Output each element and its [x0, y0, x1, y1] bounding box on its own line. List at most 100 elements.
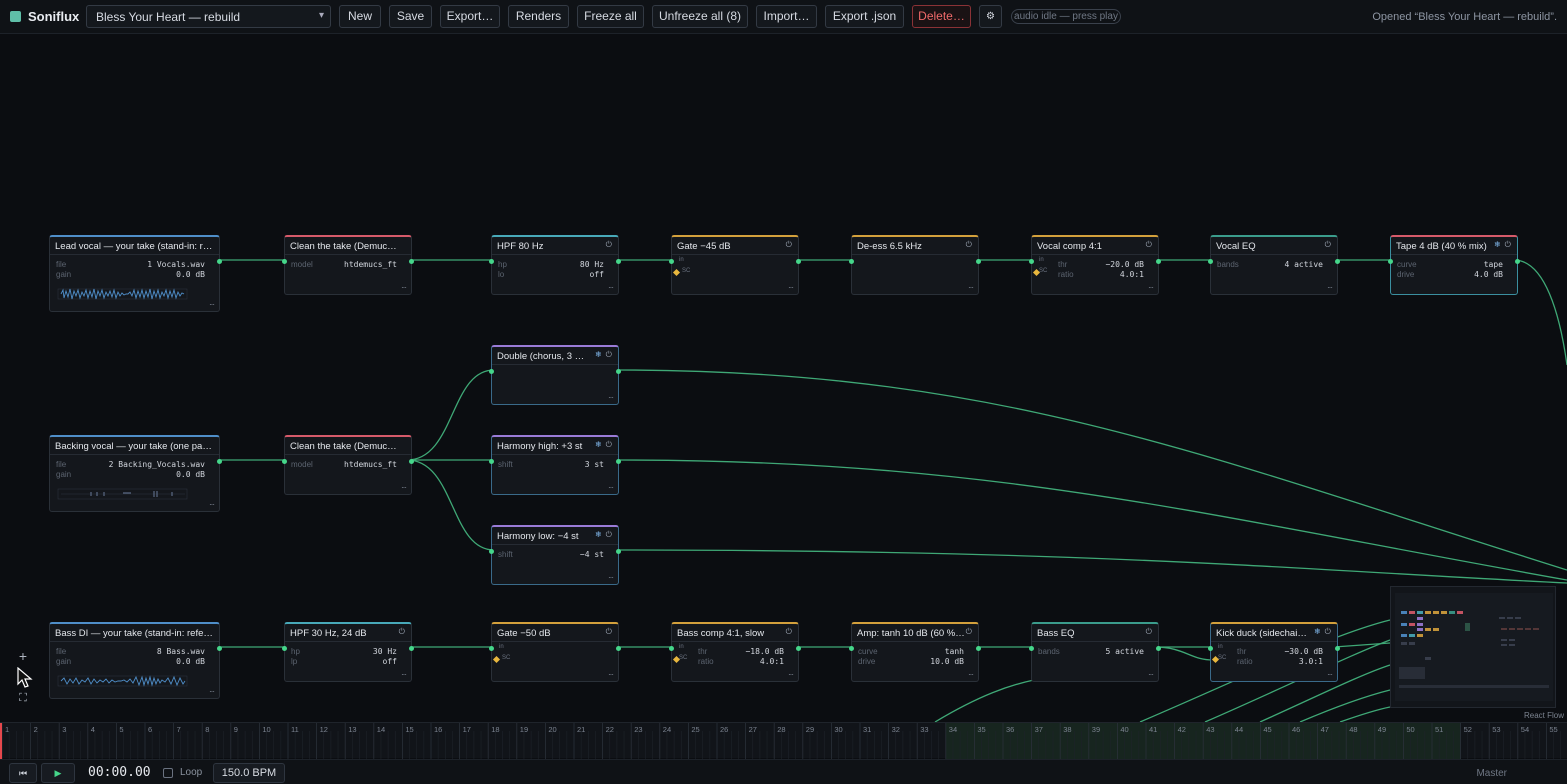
node-bass-comp[interactable]: Bass comp 4:1, slow ⏻ in SC thr −18.0 dB …	[669, 622, 801, 682]
bypass-power-icon[interactable]: ⏻	[786, 627, 792, 636]
node-hpf-30[interactable]: HPF 30 Hz, 24 dB ⏻ hp 30 Hz lp off ···	[282, 622, 414, 682]
output-port[interactable]	[616, 549, 621, 554]
node-tape[interactable]: Tape 4 dB (40 % mix) ❄ ⏻ curve tape drive 4…	[1388, 235, 1520, 295]
export-json-button[interactable]: Export .json	[825, 5, 904, 28]
param-value[interactable]: 5 active	[1105, 647, 1144, 656]
input-port[interactable]	[1208, 646, 1213, 651]
fit-view-button[interactable]: ⛶	[13, 689, 33, 707]
param-value[interactable]: 2 Backing_Vocals.wav	[109, 460, 205, 469]
input-port[interactable]	[849, 646, 854, 651]
node-vocal-comp[interactable]: Vocal comp 4:1 ⏻ in SC thr −20.0 dB ratio…	[1029, 235, 1161, 295]
node-harmony-high[interactable]: Harmony high: +3 st ❄ ⏻ shift 3 st ···	[489, 435, 621, 495]
node-menu-icon[interactable]: ···	[209, 300, 215, 309]
param-value[interactable]: −18.0 dB	[745, 647, 784, 656]
node-bass-di[interactable]: Bass DI — your take (stand-in: referen… …	[49, 622, 222, 699]
output-port[interactable]	[796, 646, 801, 651]
graph-canvas[interactable]: Lead vocal — your take (stand-in: refe… …	[0, 35, 1567, 722]
param-value[interactable]: 0.0 dB	[176, 270, 205, 279]
output-port[interactable]	[217, 646, 222, 651]
input-port[interactable]	[282, 259, 287, 264]
output-port[interactable]	[796, 259, 801, 264]
loop-checkbox[interactable]	[163, 768, 173, 778]
output-port[interactable]	[616, 369, 621, 374]
node-bass-eq[interactable]: Bass EQ ⏻ bands 5 active ···	[1029, 622, 1161, 682]
param-value[interactable]: 10.0 dB	[930, 657, 964, 666]
param-value[interactable]: −20.0 dB	[1105, 260, 1144, 269]
input-port[interactable]	[1208, 259, 1213, 264]
node-clean-backing[interactable]: Clean the take (Demucs → … model htdemucs…	[282, 435, 414, 495]
minimap[interactable]	[1390, 586, 1556, 708]
bypass-power-icon[interactable]: ⏻	[606, 240, 612, 249]
bypass-power-icon[interactable]: ⏻	[786, 240, 792, 249]
frozen-snowflake-icon[interactable]: ❄	[595, 350, 602, 359]
export-button[interactable]: Export…	[440, 5, 500, 28]
bypass-power-icon[interactable]: ⏻	[606, 627, 612, 636]
import-button[interactable]: Import…	[756, 5, 817, 28]
bypass-power-icon[interactable]: ⏻	[1325, 240, 1331, 249]
node-menu-icon[interactable]: ···	[209, 500, 215, 509]
bypass-power-icon[interactable]: ⏻	[1146, 240, 1152, 249]
param-value[interactable]: 4.0:1	[1120, 270, 1144, 279]
frozen-snowflake-icon[interactable]: ❄	[1494, 240, 1501, 249]
node-menu-icon[interactable]: ···	[1148, 283, 1154, 292]
param-value[interactable]: off	[383, 657, 397, 666]
node-hpf-80[interactable]: HPF 80 Hz ⏻ hp 80 Hz lo off ···	[489, 235, 621, 295]
bypass-power-icon[interactable]: ⏻	[1505, 240, 1511, 249]
input-port[interactable]	[489, 646, 494, 651]
node-menu-icon[interactable]: ···	[968, 670, 974, 679]
node-amp[interactable]: Amp: tanh 10 dB (60 %… ⏻ curve tanh drive…	[849, 622, 981, 682]
node-menu-icon[interactable]: ···	[608, 573, 614, 582]
input-port[interactable]	[489, 549, 494, 554]
output-port[interactable]	[1156, 646, 1161, 651]
param-value[interactable]: 0.0 dB	[176, 657, 205, 666]
input-port[interactable]	[489, 369, 494, 374]
output-port[interactable]	[1515, 259, 1520, 264]
unfreeze-all-button[interactable]: Unfreeze all (8)	[652, 5, 748, 28]
node-menu-icon[interactable]: ···	[401, 483, 407, 492]
input-port[interactable]	[669, 646, 674, 651]
param-value[interactable]: −4 st	[580, 550, 604, 559]
bypass-power-icon[interactable]: ⏻	[1325, 627, 1331, 636]
node-lead-vocal[interactable]: Lead vocal — your take (stand-in: refe… …	[49, 235, 222, 312]
node-menu-icon[interactable]: ···	[401, 670, 407, 679]
play-button[interactable]: ▶	[41, 763, 75, 783]
bpm-field[interactable]: 150.0 BPM	[213, 763, 285, 783]
param-value[interactable]: 30 Hz	[373, 647, 397, 656]
output-port[interactable]	[217, 259, 222, 264]
param-value[interactable]: 0.0 dB	[176, 470, 205, 479]
param-value[interactable]: −30.0 dB	[1284, 647, 1323, 656]
node-menu-icon[interactable]: ···	[608, 393, 614, 402]
node-menu-icon[interactable]: ···	[968, 283, 974, 292]
sidechain-port[interactable]	[492, 655, 501, 664]
freeze-all-button[interactable]: Freeze all	[577, 5, 644, 28]
output-port[interactable]	[1156, 259, 1161, 264]
settings-gear-icon[interactable]: ⚙	[979, 5, 1002, 28]
input-port[interactable]	[1029, 646, 1034, 651]
bypass-power-icon[interactable]: ⏻	[966, 240, 972, 249]
param-value[interactable]: tanh	[945, 647, 964, 656]
input-port[interactable]	[849, 259, 854, 264]
output-port[interactable]	[976, 646, 981, 651]
node-menu-icon[interactable]: ···	[1327, 283, 1333, 292]
output-port[interactable]	[616, 646, 621, 651]
param-value[interactable]: 4 active	[1284, 260, 1323, 269]
output-port[interactable]	[217, 459, 222, 464]
node-menu-icon[interactable]: ···	[608, 670, 614, 679]
node-menu-icon[interactable]: ···	[608, 283, 614, 292]
output-port[interactable]	[616, 459, 621, 464]
bypass-power-icon[interactable]: ⏻	[606, 530, 612, 539]
output-port[interactable]	[976, 259, 981, 264]
param-value[interactable]: htdemucs_ft	[344, 460, 397, 469]
output-port[interactable]	[409, 259, 414, 264]
react-flow-credit[interactable]: React Flow	[1524, 711, 1564, 720]
node-menu-icon[interactable]: ···	[788, 670, 794, 679]
zoom-in-button[interactable]: +	[13, 647, 33, 665]
input-port[interactable]	[1388, 259, 1393, 264]
param-value[interactable]: 80 Hz	[580, 260, 604, 269]
node-de-ess[interactable]: De-ess 6.5 kHz ⏻ ···	[849, 235, 981, 295]
param-value[interactable]: htdemucs_ft	[344, 260, 397, 269]
node-backing-vocal[interactable]: Backing vocal — your take (one pass) … f…	[49, 435, 222, 512]
save-button[interactable]: Save	[389, 5, 432, 28]
param-value[interactable]: 8 Bass.wav	[157, 647, 205, 656]
node-double[interactable]: Double (chorus, 3 vo… ❄ ⏻ ···	[489, 345, 621, 405]
